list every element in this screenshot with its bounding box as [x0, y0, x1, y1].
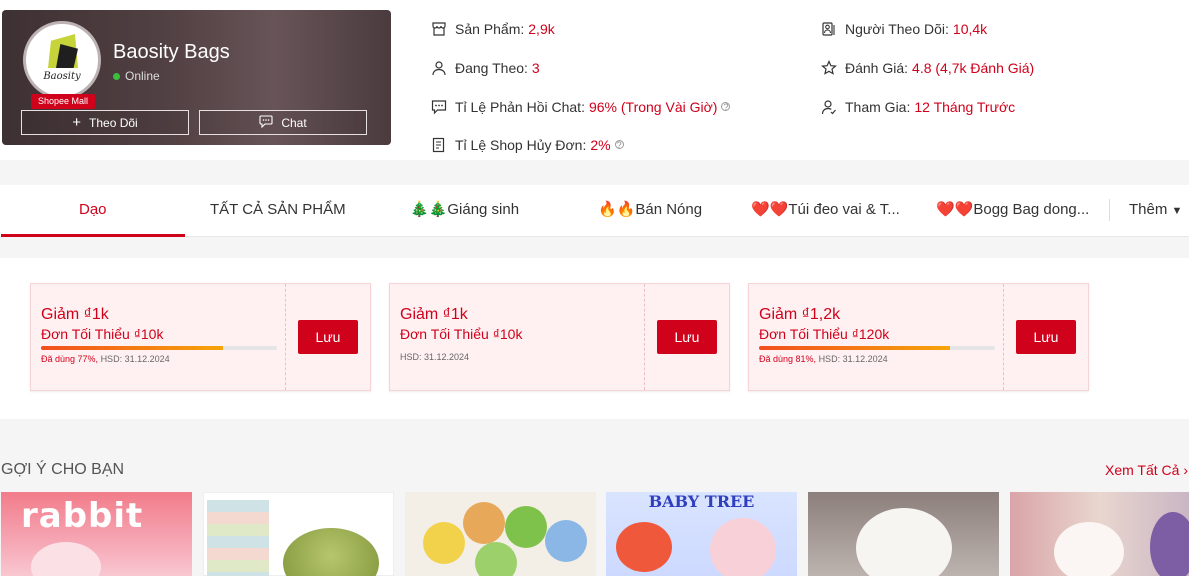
logo-text: Baosity — [43, 71, 81, 82]
stat-rating-label: Đánh Giá: — [845, 59, 909, 76]
tab-hot-sale[interactable]: 🔥🔥Bán Nóng — [598, 185, 702, 237]
voucher-card: Giảm ₫1,2k Đơn Tối Thiểu ₫120k Đã dùng 8… — [748, 283, 1089, 391]
mall-badge: Shopee Mall — [31, 94, 95, 109]
voucher-minimum: Đơn Tối Thiểu ₫10k — [400, 326, 523, 342]
voucher-usage-bar — [759, 346, 995, 350]
user-icon — [430, 59, 447, 76]
see-all-link[interactable]: Xem Tất Cả › — [1105, 462, 1188, 478]
stat-following-label: Đang Theo: — [455, 59, 528, 76]
product-card[interactable]: BABY TREE — [606, 492, 797, 576]
caret-down-icon: ▼ — [1171, 205, 1183, 217]
voucher-minimum: Đơn Tối Thiểu ₫10k — [41, 326, 164, 342]
user-check-icon — [820, 98, 837, 115]
voucher-used: Đã dùng 77%, — [41, 354, 99, 364]
help-icon[interactable]: ? — [614, 140, 624, 150]
voucher-expiry: HSD: 31.12.2024 — [100, 354, 170, 364]
voucher-title: Giảm ₫1k — [400, 306, 468, 323]
stat-cancel-rate: Tỉ Lệ Shop Hủy Đơn: 2% ? — [430, 136, 624, 153]
stat-followers-value: 10,4k — [952, 20, 988, 37]
star-icon — [820, 59, 837, 76]
tab-christmas[interactable]: 🎄🎄Giáng sinh — [410, 185, 519, 237]
save-voucher-button[interactable]: Lưu — [657, 320, 717, 354]
product-card[interactable] — [1010, 492, 1189, 576]
stat-products: Sản Phẩm: 2,9k — [430, 20, 555, 37]
stat-cancel-rate-value: 2% — [590, 136, 611, 153]
voucher-card: Giảm ₫1k Đơn Tối Thiểu ₫10k Đã dùng 77%,… — [30, 283, 371, 391]
tab-dao[interactable]: Dạo — [79, 185, 107, 237]
voucher-used: Đã dùng 81%, — [759, 354, 817, 364]
stat-following-value: 3 — [531, 59, 540, 76]
voucher-title: Giảm ₫1k — [41, 306, 109, 323]
chat-icon — [430, 98, 447, 115]
shop-header: Baosity Shopee Mall Baosity Bags Online … — [0, 0, 1189, 160]
stat-rating-value: 4.8 (4,7k Đánh Giá) — [912, 59, 1035, 76]
active-tab-indicator — [1, 234, 185, 237]
followers-icon — [820, 20, 837, 37]
product-card[interactable]: rabbit — [1, 492, 192, 576]
stat-joined-label: Tham Gia: — [845, 98, 911, 115]
chat-button-label: Chat — [281, 115, 307, 130]
voucher-meta: Đã dùng 77%, HSD: 31.12.2024 — [41, 354, 170, 364]
voucher-expiry: HSD: 31.12.2024 — [400, 352, 470, 362]
plus-icon: + — [72, 114, 82, 131]
stat-joined-value: 12 Tháng Trước — [914, 98, 1016, 115]
online-status: Online — [113, 69, 160, 83]
product-card[interactable] — [405, 492, 596, 576]
voucher-minimum: Đơn Tối Thiểu ₫120k — [759, 326, 890, 342]
follow-button-label: Theo Dõi — [89, 115, 138, 130]
shop-tabs: Dạo TẤT CẢ SẢN PHẨM 🎄🎄Giáng sinh 🔥🔥Bán N… — [0, 185, 1189, 237]
product-card[interactable] — [808, 492, 999, 576]
voucher-usage-bar — [41, 346, 277, 350]
chat-button[interactable]: Chat — [199, 110, 367, 135]
voucher-expiry: HSD: 31.12.2024 — [818, 354, 888, 364]
stat-cancel-rate-label: Tỉ Lệ Shop Hủy Đơn: — [455, 136, 587, 153]
stat-chat-response: Tỉ Lệ Phản Hồi Chat: 96% (Trong Vài Giờ)… — [430, 98, 731, 115]
product-image-text: BABY TREE — [648, 492, 755, 511]
help-icon[interactable]: ? — [721, 102, 731, 112]
tab-divider — [1109, 199, 1110, 221]
stat-followers-label: Người Theo Dõi: — [845, 20, 949, 37]
tab-bogg-bag[interactable]: ❤️❤️Bogg Bag dong... — [936, 185, 1089, 237]
tab-shoulder-bags[interactable]: ❤️❤️Túi đeo vai & T... — [751, 185, 900, 237]
voucher-panel: Giảm ₫1k Đơn Tối Thiểu ₫10k Đã dùng 77%,… — [0, 258, 1189, 419]
tab-more-label: Thêm — [1129, 201, 1168, 218]
recommend-title: GỢI Ý CHO BẠN — [1, 461, 125, 478]
voucher-title: Giảm ₫1,2k — [759, 306, 841, 323]
online-dot-icon — [113, 72, 120, 80]
save-voucher-button[interactable]: Lưu — [298, 320, 358, 354]
follow-button[interactable]: + Theo Dõi — [21, 110, 189, 135]
stat-products-label: Sản Phẩm: — [455, 20, 525, 37]
stat-followers: Người Theo Dõi: 10,4k — [820, 20, 987, 37]
stat-chat-response-value: 96% (Trong Vài Giờ) — [588, 98, 718, 115]
voucher-meta: Đã dùng 81%, HSD: 31.12.2024 — [759, 354, 888, 364]
stat-joined: Tham Gia: 12 Tháng Trước — [820, 98, 1015, 115]
stat-following: Đang Theo: 3 — [430, 59, 540, 76]
stat-rating: Đánh Giá: 4.8 (4,7k Đánh Giá) — [820, 59, 1034, 76]
chat-bubble-icon — [259, 114, 273, 131]
save-voucher-button[interactable]: Lưu — [1016, 320, 1076, 354]
stat-chat-response-label: Tỉ Lệ Phản Hồi Chat: — [455, 98, 585, 115]
receipt-icon — [430, 136, 447, 153]
online-status-text: Online — [125, 69, 160, 83]
tab-more[interactable]: Thêm ▼ — [1129, 185, 1182, 237]
voucher-card: Giảm ₫1k Đơn Tối Thiểu ₫10k HSD: 31.12.2… — [389, 283, 730, 391]
voucher-meta: HSD: 31.12.2024 — [400, 352, 469, 362]
shop-name: Baosity Bags — [113, 41, 230, 63]
tab-all-products[interactable]: TẤT CẢ SẢN PHẨM — [210, 185, 346, 237]
shop-avatar[interactable]: Baosity — [23, 21, 101, 99]
product-image-text: rabbit — [21, 496, 144, 536]
store-icon — [430, 20, 447, 37]
shop-card: Baosity Shopee Mall Baosity Bags Online … — [2, 10, 391, 145]
stat-products-value: 2,9k — [528, 20, 555, 37]
product-card[interactable] — [203, 492, 394, 576]
